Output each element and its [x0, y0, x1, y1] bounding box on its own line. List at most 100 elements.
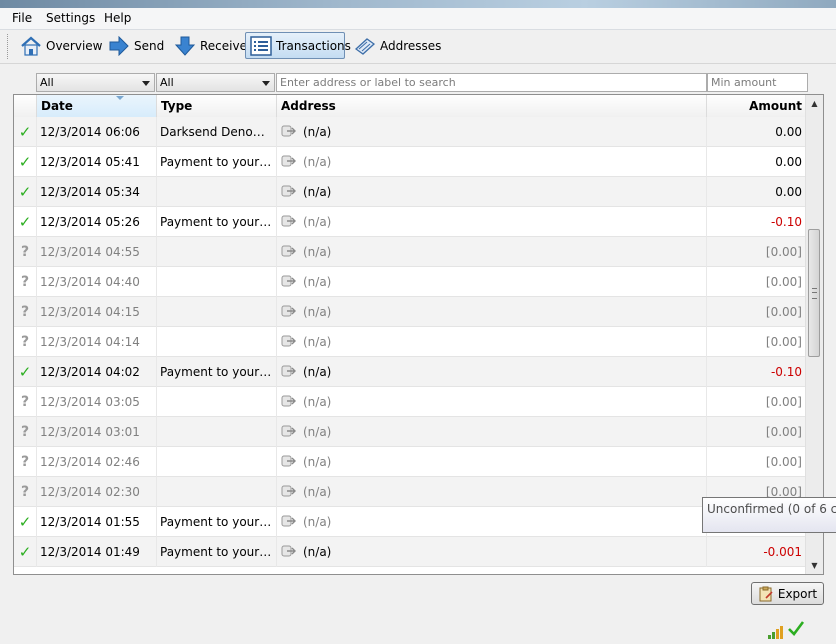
- type-cell: [157, 267, 277, 297]
- menu-bar: File Settings Help: [0, 8, 836, 30]
- amount-cell: 0.00: [775, 125, 802, 139]
- table-row[interactable]: ? 12/3/2014 04:15 (n/a) [0.00]: [14, 297, 806, 327]
- date-cell: 12/3/2014 03:01: [37, 417, 157, 447]
- type-cell: [157, 297, 277, 327]
- address-arrow-icon: [281, 118, 297, 148]
- addresses-button[interactable]: Addresses: [350, 32, 445, 59]
- address-arrow-icon: [281, 178, 297, 208]
- date-cell: 12/3/2014 06:06: [37, 117, 157, 147]
- date-cell: 12/3/2014 04:40: [37, 267, 157, 297]
- unconfirmed-question-icon: ?: [20, 274, 30, 290]
- send-arrow-icon: [108, 35, 130, 57]
- status-cell: ?: [14, 237, 37, 267]
- address-cell: (n/a): [277, 357, 707, 387]
- address-column-header[interactable]: Address: [277, 95, 707, 117]
- address-text: (n/a): [303, 485, 332, 499]
- address-text: (n/a): [303, 545, 332, 559]
- table-row[interactable]: ? 12/3/2014 03:05 (n/a) [0.00]: [14, 387, 806, 417]
- status-cell: ✓: [14, 507, 37, 537]
- date-cell: 12/3/2014 04:14: [37, 327, 157, 357]
- export-button[interactable]: Export: [751, 582, 824, 605]
- address-text: (n/a): [303, 395, 332, 409]
- type-filter-select[interactable]: All: [156, 73, 275, 92]
- type-cell: [157, 447, 277, 477]
- scrollbar-thumb[interactable]: [808, 229, 820, 357]
- amount-cell: [0.00]: [765, 305, 802, 319]
- date-cell: 12/3/2014 04:02: [37, 357, 157, 387]
- transactions-button[interactable]: Transactions: [245, 32, 351, 59]
- address-text: (n/a): [303, 125, 332, 139]
- scroll-up-icon[interactable]: ▲: [806, 95, 823, 112]
- table-row[interactable]: ? 12/3/2014 04:55 (n/a) [0.00]: [14, 237, 806, 267]
- menu-help[interactable]: Help: [102, 11, 133, 25]
- confirmed-check-icon: ✓: [18, 123, 32, 141]
- table-row[interactable]: ? 12/3/2014 02:46 (n/a) [0.00]: [14, 447, 806, 477]
- type-cell: [157, 417, 277, 447]
- unconfirmed-question-icon: ?: [20, 454, 30, 470]
- status-icons: [768, 620, 805, 639]
- address-arrow-icon: [281, 328, 297, 358]
- receive-arrow-icon: [174, 35, 196, 57]
- date-cell: 12/3/2014 04:55: [37, 237, 157, 267]
- table-row[interactable]: ✓ 12/3/2014 01:49 Payment to yourself (n/a)…: [14, 537, 806, 567]
- address-cell: (n/a): [277, 477, 707, 507]
- unconfirmed-question-icon: ?: [20, 424, 30, 440]
- amount-column-header[interactable]: Amount: [707, 95, 806, 117]
- table-row[interactable]: ✓ 12/3/2014 05:26 Payment to yourself (n/a)…: [14, 207, 806, 237]
- status-cell: ?: [14, 387, 37, 417]
- table-row[interactable]: ? 12/3/2014 04:40 (n/a) [0.00]: [14, 267, 806, 297]
- status-tooltip: Unconfirmed (0 of 6 confirmations): [702, 497, 836, 533]
- menu-settings[interactable]: Settings: [44, 11, 97, 25]
- scroll-down-icon[interactable]: ▼: [806, 557, 823, 574]
- network-connections-icon: [768, 625, 783, 639]
- status-bar: [0, 617, 836, 644]
- toolbar-grip[interactable]: [7, 34, 11, 59]
- status-column-header[interactable]: [14, 95, 37, 117]
- type-cell: [157, 477, 277, 507]
- date-cell: 12/3/2014 05:34: [37, 177, 157, 207]
- menu-file[interactable]: File: [10, 11, 34, 25]
- date-filter-select[interactable]: All: [36, 73, 155, 92]
- address-book-icon: [354, 35, 376, 57]
- address-text: (n/a): [303, 185, 332, 199]
- address-arrow-icon: [281, 238, 297, 268]
- address-cell: (n/a): [277, 147, 707, 177]
- table-row[interactable]: ✓ 12/3/2014 05:34 (n/a) 0.00: [14, 177, 806, 207]
- address-arrow-icon: [281, 448, 297, 478]
- address-arrow-icon: [281, 538, 297, 568]
- confirmed-check-icon: ✓: [18, 213, 32, 231]
- address-text: (n/a): [303, 425, 332, 439]
- address-cell: (n/a): [277, 387, 707, 417]
- status-cell: ?: [14, 477, 37, 507]
- address-cell: (n/a): [277, 117, 707, 147]
- type-column-header[interactable]: Type: [157, 95, 277, 117]
- min-amount-input[interactable]: [707, 73, 808, 92]
- window-title-bar: [0, 0, 836, 8]
- status-cell: ?: [14, 417, 37, 447]
- overview-button[interactable]: Overview: [16, 32, 107, 59]
- status-cell: ✓: [14, 147, 37, 177]
- table-row[interactable]: ✓ 12/3/2014 06:06Darksend Denominate (n/a)…: [14, 117, 806, 147]
- type-cell: Darksend Denominate: [157, 117, 277, 147]
- address-cell: (n/a): [277, 297, 707, 327]
- address-search-input[interactable]: [276, 73, 707, 92]
- table-row[interactable]: ? 12/3/2014 03:01 (n/a) [0.00]: [14, 417, 806, 447]
- unconfirmed-question-icon: ?: [20, 394, 30, 410]
- send-button[interactable]: Send: [104, 32, 168, 59]
- amount-cell: 0.00: [775, 185, 802, 199]
- table-row[interactable]: ? 12/3/2014 04:14 (n/a) [0.00]: [14, 327, 806, 357]
- date-column-header[interactable]: Date: [37, 95, 157, 117]
- table-row[interactable]: ✓ 12/3/2014 04:02 Payment to yourself (n/a)…: [14, 357, 806, 387]
- address-cell: (n/a): [277, 267, 707, 297]
- receive-button[interactable]: Receive: [170, 32, 251, 59]
- address-arrow-icon: [281, 508, 297, 538]
- amount-cell: -0.001: [763, 545, 802, 559]
- address-text: (n/a): [303, 215, 332, 229]
- table-row[interactable]: ✓ 12/3/2014 05:41 Payment to yourself (n/a)…: [14, 147, 806, 177]
- table-row[interactable]: ? 12/3/2014 02:30 (n/a) [0.00]: [14, 477, 806, 507]
- type-cell: [157, 387, 277, 417]
- amount-cell: [0.00]: [765, 245, 802, 259]
- table-row[interactable]: ✓ 12/3/2014 01:55 Payment to yourself (n/a): [14, 507, 806, 537]
- confirmed-check-icon: ✓: [18, 153, 32, 171]
- status-cell: ✓: [14, 177, 37, 207]
